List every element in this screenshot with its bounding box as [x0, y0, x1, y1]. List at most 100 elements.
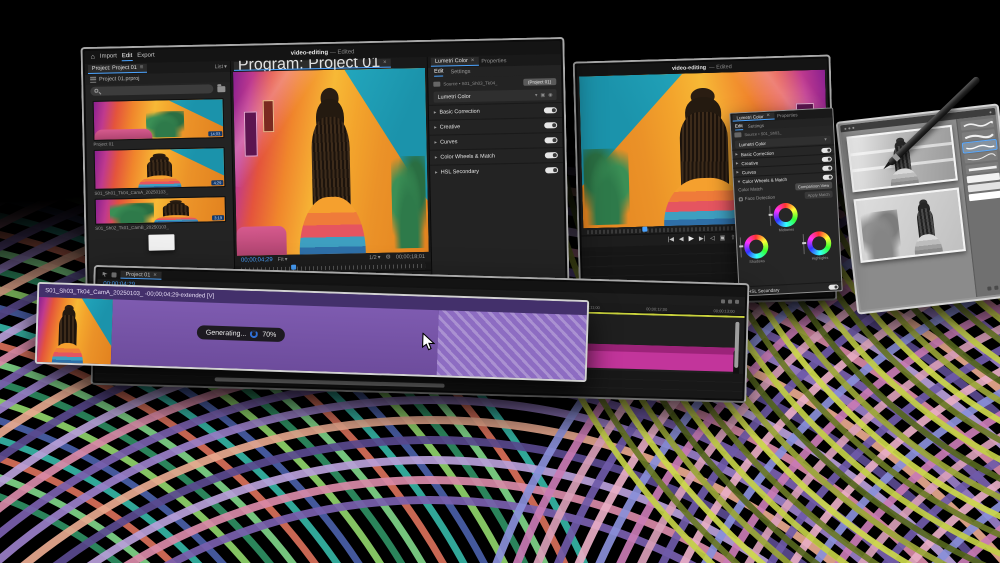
target-clip-button[interactable]: (Project 01): [523, 78, 556, 86]
generating-label: Generating...: [206, 329, 247, 337]
section-toggle[interactable]: [544, 107, 557, 113]
panel-menu-icon[interactable]: ≡: [140, 65, 144, 71]
clip-thumbnail[interactable]: 4;29: [94, 147, 226, 190]
midtones-wheel[interactable]: [773, 202, 798, 227]
section-toggle[interactable]: [544, 122, 557, 128]
tab-edit[interactable]: Edit: [434, 68, 444, 76]
shadows-slider[interactable]: [740, 237, 742, 257]
storyboard-panel-2[interactable]: [853, 187, 966, 263]
home-icon[interactable]: ⌂: [91, 54, 95, 61]
selection-tool-icon[interactable]: [102, 272, 107, 277]
go-to-out-button[interactable]: ◁: [710, 235, 715, 241]
section-toggle[interactable]: [545, 152, 558, 158]
shadows-wheel[interactable]: [744, 234, 769, 259]
sweater: [154, 214, 198, 223]
toolbar-icon[interactable]: [844, 127, 846, 129]
clip-thumbnail[interactable]: 14;03: [93, 98, 225, 141]
tab-label: Lumetri Color: [736, 114, 763, 120]
tab-settings[interactable]: Settings: [748, 123, 765, 129]
toolbar-icon[interactable]: [848, 127, 850, 129]
play-button[interactable]: ▶: [688, 235, 694, 242]
go-to-in-button[interactable]: |◀: [668, 236, 674, 242]
color-swatch[interactable]: [969, 191, 1000, 202]
thumb-woman: [137, 153, 182, 189]
zoom-level-label: Fit: [278, 257, 284, 263]
tab-properties[interactable]: Properties: [777, 112, 798, 118]
midtones-slider[interactable]: [769, 206, 771, 226]
close-icon[interactable]: ×: [153, 272, 157, 278]
tool-icon[interactable]: [994, 286, 998, 290]
preset-dropdown[interactable]: Lumetri Color ▾ ▣ ◉: [433, 89, 556, 103]
export-frame-button[interactable]: ▣: [720, 235, 726, 241]
close-icon[interactable]: ×: [766, 113, 770, 119]
tab-properties[interactable]: Properties: [481, 58, 506, 65]
step-forward-button[interactable]: ▶|: [699, 236, 705, 242]
wall-frame: [262, 100, 274, 131]
playhead-marker[interactable]: [642, 227, 647, 232]
clip-thumbnail[interactable]: 3;19: [95, 196, 227, 225]
wrench-settings-icon[interactable]: ⚙: [385, 255, 391, 261]
timeline-option-icon[interactable]: [728, 300, 732, 304]
tab-label: Project: Project 01: [92, 65, 137, 72]
horizontal-scrollbar[interactable]: [215, 377, 445, 387]
tab-project[interactable]: Project: Project 01 ≡: [88, 64, 148, 74]
section-toggle[interactable]: [823, 174, 833, 180]
menu-import[interactable]: Import: [100, 53, 117, 60]
playback-resolution-dropdown[interactable]: 1/2 ▾: [369, 255, 381, 261]
toolbar-icon[interactable]: [852, 126, 854, 128]
fx-ic[interactable]: ▣: [540, 92, 545, 98]
tab-lumetri-color[interactable]: Lumetri Color ×: [431, 57, 479, 67]
section-label: HSL Secondary: [748, 287, 780, 294]
drag-ghost-card: [148, 234, 174, 251]
chevron-right-icon: ▸: [434, 110, 437, 115]
plant: [584, 148, 630, 225]
new-bin-folder-icon[interactable]: [217, 86, 225, 92]
pen-tip: [882, 162, 891, 171]
tab-edit[interactable]: Edit: [735, 123, 743, 130]
view-mode-dropdown[interactable]: List ▾: [215, 64, 227, 70]
visibility-icon[interactable]: ◉: [548, 92, 552, 98]
section-toggle[interactable]: [822, 156, 832, 162]
section-hsl-secondary[interactable]: ▸ HSL Secondary: [430, 162, 563, 180]
video-frame: [233, 68, 429, 256]
highlights-wheel[interactable]: [807, 231, 832, 256]
zoom-level-dropdown[interactable]: Fit ▾: [278, 257, 288, 263]
project-item[interactable]: 14;03 Project 01: [93, 98, 225, 147]
search-input[interactable]: [90, 84, 213, 96]
plant: [390, 156, 426, 249]
section-toggle[interactable]: [544, 137, 557, 143]
project-item[interactable]: 4;29 S01_Sh01_Tk04_CamA_20250103_: [94, 147, 226, 196]
timeline-option-icon[interactable]: [735, 300, 739, 304]
close-icon[interactable]: ×: [471, 58, 475, 64]
menu-export[interactable]: Export: [137, 53, 154, 60]
timeline-settings-icons: [721, 299, 739, 304]
chevron-right-icon: ▸: [435, 170, 438, 175]
timeline-option-icon[interactable]: [721, 299, 725, 303]
section-toggle[interactable]: [545, 167, 558, 173]
face-detection-checkbox[interactable]: [739, 197, 743, 201]
resolution-label: 1/2: [369, 255, 377, 261]
project-item[interactable]: 3;19 S01_Sh02_Tk01_CamB_20250103_: [95, 196, 227, 231]
section-toggle[interactable]: [822, 165, 832, 171]
tab-settings[interactable]: Settings: [450, 69, 470, 75]
mouse-cursor-icon: [421, 333, 436, 351]
highlights-slider[interactable]: [803, 234, 805, 254]
storyboard-panel-1[interactable]: [846, 125, 958, 193]
chevron-down-icon: ▾: [285, 257, 288, 263]
menu-edit[interactable]: Edit: [122, 53, 133, 61]
close-icon[interactable]: ×: [383, 60, 387, 66]
toolbar-icon[interactable]: [989, 111, 991, 113]
current-timecode[interactable]: 00;00;04;29: [241, 257, 273, 264]
section-toggle[interactable]: [821, 147, 831, 153]
step-back-button[interactable]: ◀: [679, 236, 684, 242]
window-title: video-editing: [291, 49, 328, 56]
tab-sequence[interactable]: Project 01 ×: [120, 271, 161, 280]
wheel-label: Shadows: [745, 259, 769, 264]
sofa: [236, 225, 287, 255]
playhead-marker[interactable]: [291, 265, 296, 270]
section-toggle[interactable]: [828, 284, 838, 290]
progress-percent: 70%: [262, 331, 276, 338]
snap-tool-icon[interactable]: [111, 272, 116, 277]
panel-footer-icons: [979, 282, 1000, 294]
tool-icon[interactable]: [987, 286, 991, 290]
